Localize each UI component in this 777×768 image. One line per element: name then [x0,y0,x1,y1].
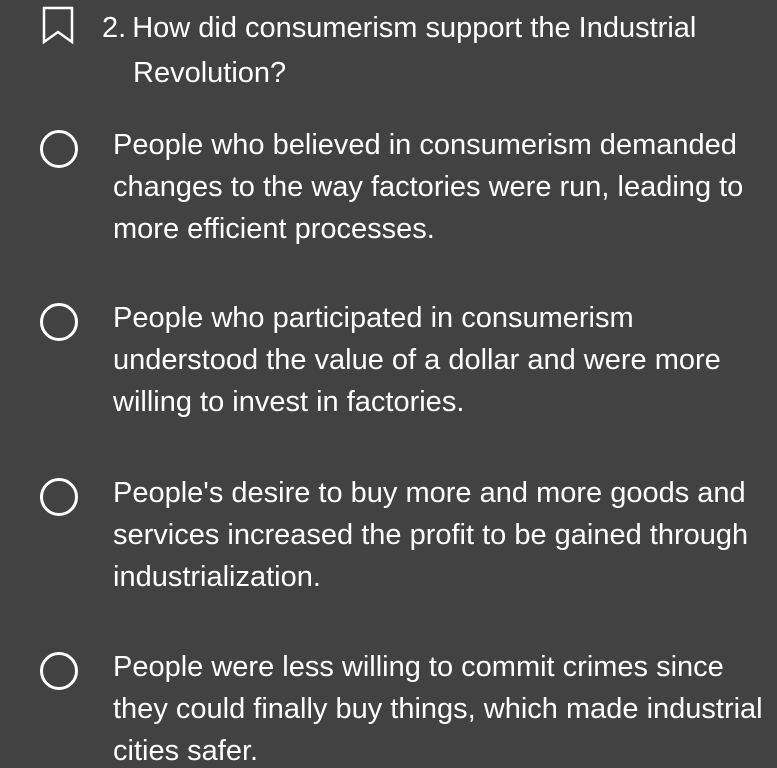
answer-option-3-text: People's desire to buy more and more goo… [113,477,749,593]
bookmark-icon[interactable] [40,6,80,46]
question-line-2: Revolution? [133,57,287,89]
answer-option-4-text: People were less willing to commit crime… [113,651,763,767]
answer-option-2-text: People who participated in consumerism u… [113,302,721,418]
quiz-page: 2. How did consumerism support the Indust… [0,0,777,768]
radio-unchecked-icon[interactable] [40,130,78,168]
answer-option-3[interactable]: People's desire to buy more and more goo… [0,472,777,602]
answer-option-2[interactable]: People who participated in consumerism u… [0,297,777,427]
question-text: 2. How did consumerism support the Indust… [102,6,762,96]
answer-option-1-text: People who believed in consumerism deman… [113,129,744,245]
radio-unchecked-icon[interactable] [40,652,78,690]
question-number: 2. [102,12,127,44]
answer-option-1[interactable]: People who believed in consumerism deman… [0,124,777,254]
radio-unchecked-icon[interactable] [40,303,78,341]
question-line-1: How did consumerism support the Industri… [132,12,697,44]
answer-option-4[interactable]: People were less willing to commit crime… [0,646,777,768]
radio-unchecked-icon[interactable] [40,478,78,516]
